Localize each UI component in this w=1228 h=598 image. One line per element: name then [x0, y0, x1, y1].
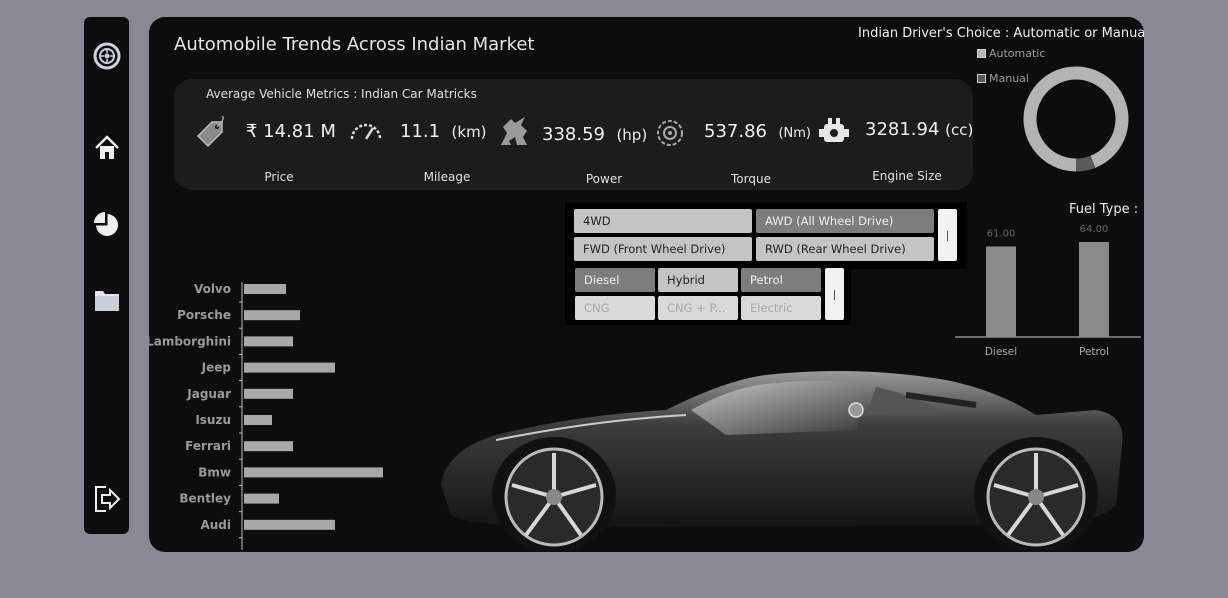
power-value: 338.59	[542, 124, 605, 145]
brand-bar-lamborghini	[244, 336, 293, 347]
slicer-item-awd[interactable]: AWD (All Wheel Drive)	[756, 209, 934, 233]
legend-label: Automatic	[989, 47, 1046, 60]
donut-chart	[1023, 66, 1129, 172]
donut-slice-automatic	[1023, 66, 1129, 172]
brand-bar-chart: Volvo Porsche Lamborghini Jeep Jaguar Isuzu Fe…	[149, 282, 383, 550]
brand-label: Bentley	[179, 492, 231, 506]
brand-label: Bmw	[198, 465, 231, 479]
brand-bar-ferrari	[244, 441, 293, 452]
brand-label: Porsche	[177, 308, 231, 322]
drive-type-slicer: 4WD AWD (All Wheel Drive) FWD (Front Whe…	[565, 202, 967, 269]
brand-bar-jeep	[244, 362, 335, 373]
brand-bar-jaguar	[244, 388, 293, 399]
engine-label: Engine Size	[872, 169, 942, 183]
donut-slice-manual	[1075, 155, 1096, 172]
brand-bar-bmw	[244, 467, 383, 478]
page-title: Automobile Trends Across Indian Market	[174, 34, 535, 55]
mileage-value: 11.1	[400, 121, 441, 142]
legend-item-automatic: Automatic	[977, 47, 1045, 60]
brand-bar-porsche	[244, 310, 300, 321]
speedometer-icon	[349, 119, 383, 145]
fuel-type-slicer: Diesel Hybrid Petrol CNG CNG + P... Elec…	[565, 264, 851, 325]
torque-unit: (Nm)	[778, 126, 811, 141]
price-label: Price	[264, 170, 294, 184]
brand-bar-isuzu	[244, 415, 272, 425]
power-label: Power	[585, 172, 623, 186]
engine-display: 3281.94 (cc)	[865, 119, 973, 140]
torque-value: 537.86	[704, 121, 767, 142]
torque-label: Torque	[731, 172, 771, 186]
mileage-display: 11.1 (km)	[400, 121, 487, 142]
brand-label: Isuzu	[195, 413, 231, 427]
engine-unit: (cc)	[945, 121, 974, 139]
price-tag-icon	[194, 115, 230, 152]
brand-label: Jeep	[201, 361, 232, 375]
brand-bar-bentley	[244, 493, 279, 504]
slicer-scrollbar[interactable]	[825, 268, 844, 320]
legend-swatch	[977, 49, 986, 58]
sidebar	[84, 17, 129, 534]
brand-bar-volvo	[244, 284, 286, 294]
fuel-bar-diesel	[986, 246, 1016, 337]
brand-bar-audi	[244, 519, 335, 530]
metrics-card: Average Vehicle Metrics : Indian Car Mat…	[174, 79, 973, 190]
fuel-chart-title: Fuel Type :	[1069, 202, 1139, 217]
mileage-unit: (km)	[451, 123, 487, 141]
exit-icon[interactable]	[90, 482, 123, 515]
engine-icon	[817, 115, 851, 153]
power-unit: (hp)	[616, 126, 648, 144]
slicer-item-petrol[interactable]: Petrol	[741, 268, 821, 292]
horse-icon	[497, 115, 531, 151]
fuel-data-label: 61.00	[987, 228, 1016, 239]
brand-label: Lamborghini	[149, 334, 231, 348]
power-display: 338.59 (hp)	[542, 124, 647, 145]
slicer-item-electric[interactable]: Electric	[741, 296, 821, 320]
dashboard-panel: Automobile Trends Across Indian Market A…	[149, 17, 1144, 552]
donut-chart-title: Indian Driver's Choice : Automatic or Ma…	[858, 26, 1144, 41]
torque-icon	[654, 117, 686, 153]
fuel-type-chart: 61.00Diesel64.00Petrol	[955, 224, 1141, 358]
brand-label: Volvo	[194, 282, 231, 296]
brand-label: Jaguar	[186, 387, 231, 401]
fuel-bar-petrol	[1079, 242, 1109, 337]
wheel-icon[interactable]	[90, 39, 123, 72]
brand-label: Ferrari	[185, 439, 231, 453]
folder-icon[interactable]	[90, 283, 123, 316]
slicer-item-hybrid[interactable]: Hybrid	[658, 268, 738, 292]
torque-display: 537.86 (Nm)	[704, 121, 811, 142]
brand-label: Audi	[200, 518, 231, 532]
sports-car-image	[441, 371, 1123, 552]
fuel-data-label: 64.00	[1080, 224, 1109, 235]
price-value: ₹ 14.81 M	[246, 121, 336, 142]
metrics-title: Average Vehicle Metrics : Indian Car Mat…	[206, 87, 477, 101]
slicer-item-cng[interactable]: CNG	[575, 296, 655, 320]
slicer-item-rwd[interactable]: RWD (Rear Wheel Drive)	[756, 237, 934, 261]
pie-chart-icon[interactable]	[90, 207, 123, 240]
legend-swatch	[977, 74, 986, 83]
mileage-label: Mileage	[423, 170, 471, 184]
slicer-item-4wd[interactable]: 4WD	[574, 209, 752, 233]
slicer-item-cng-petrol[interactable]: CNG + P...	[658, 296, 738, 320]
engine-value: 3281.94	[865, 119, 940, 140]
home-icon[interactable]	[90, 131, 123, 164]
slicer-item-diesel[interactable]: Diesel	[575, 268, 655, 292]
slicer-item-fwd[interactable]: FWD (Front Wheel Drive)	[574, 237, 752, 261]
